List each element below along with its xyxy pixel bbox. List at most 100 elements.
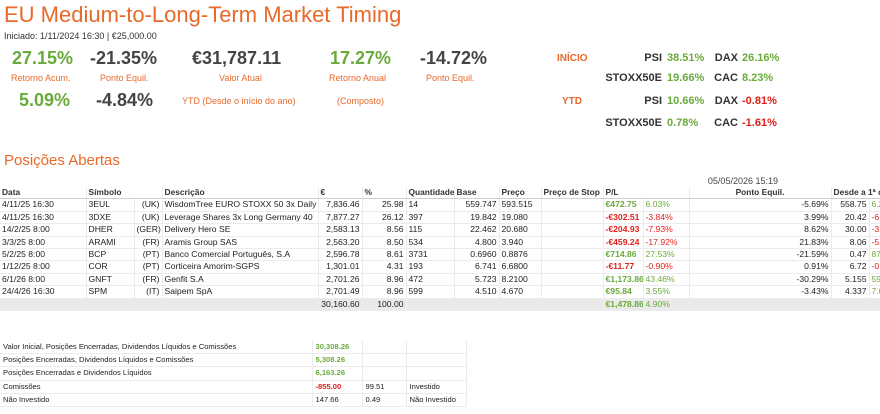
cell-price: 20.680 bbox=[499, 223, 542, 237]
index-name: DAX bbox=[714, 95, 738, 107]
cell-eur: 2,563.20 bbox=[318, 236, 363, 250]
cell-qty: 115 bbox=[406, 223, 455, 237]
index-value: 19.66% bbox=[667, 72, 705, 84]
cell-sym: SPM bbox=[86, 285, 135, 299]
cell-pct: 26.12 bbox=[362, 211, 407, 225]
total-total_pct: 100.00 bbox=[362, 298, 407, 312]
index-name: CAC bbox=[714, 72, 738, 84]
ponto-equil-value: -21.35% bbox=[90, 48, 158, 68]
cell-base: 19.842 bbox=[454, 211, 500, 225]
summary-row: Posições Encerradas, Dividendos Líquidos… bbox=[0, 353, 467, 368]
summary-value: 5,308.26 bbox=[312, 353, 363, 368]
cell-d1: 30.00 bbox=[831, 223, 870, 237]
cell-d1p: -31.07% bbox=[869, 223, 880, 237]
column-header[interactable]: Preço de Stop bbox=[541, 187, 604, 200]
cell-d1p: 87.93% bbox=[869, 248, 880, 262]
valor-atual-value: €31,787.11 bbox=[192, 48, 282, 68]
column-header[interactable]: € bbox=[318, 187, 363, 200]
cell-mkt: (GER) bbox=[134, 223, 163, 237]
column-header[interactable]: Data bbox=[0, 187, 87, 200]
cell-d1: 8.06 bbox=[831, 236, 870, 250]
column-header[interactable]: % bbox=[362, 187, 407, 200]
index-name: DAX bbox=[714, 52, 738, 64]
column-header[interactable]: Desde a 1ª compra bbox=[831, 187, 880, 200]
total-total_eur: 30,160.60 bbox=[318, 298, 363, 312]
cell-base: 559.747 bbox=[454, 198, 500, 212]
table-row[interactable]: 6/1/26 8:00 GNFT (FR) Genfit S.A 2,701.26 8.9… bbox=[0, 273, 880, 287]
cell-eur: 2,701.26 bbox=[318, 273, 363, 287]
cell-price: 3.940 bbox=[499, 236, 542, 250]
column-header[interactable]: P/L bbox=[603, 187, 690, 200]
cell-plp: -17.92% bbox=[643, 236, 690, 250]
summary-value: 6,163.26 bbox=[312, 366, 363, 381]
cell-plp: -0.90% bbox=[643, 260, 690, 274]
cell-mkt: (PT) bbox=[134, 260, 163, 274]
cell-sym: COR bbox=[86, 260, 135, 274]
ytd-indices-label: YTD bbox=[562, 96, 582, 107]
table-row[interactable]: 1/12/25 8:00 COR (PT) Corticeira Amorim-SGP… bbox=[0, 260, 880, 274]
cell-d1p: -0.60% bbox=[869, 260, 880, 274]
cell-plp: 6.03% bbox=[643, 198, 690, 212]
cell-qty: 472 bbox=[406, 273, 455, 287]
cell-pe: 0.91% bbox=[689, 260, 832, 274]
total-total_pl: €1,478.86 bbox=[603, 298, 644, 312]
table-row[interactable]: 3/3/25 8:00 ARAMI (FR) Aramis Group SAS 2,56… bbox=[0, 236, 880, 250]
cell-stop bbox=[541, 273, 604, 287]
index-value: 0.78% bbox=[667, 117, 699, 129]
total-spacer bbox=[0, 298, 319, 312]
cell-desc: Aramis Group SAS bbox=[162, 236, 319, 250]
cell-pct: 8.56 bbox=[362, 223, 407, 237]
index-value: 26.16% bbox=[742, 52, 780, 64]
cell-stop bbox=[541, 236, 604, 250]
index-name: STOXX50E bbox=[605, 72, 662, 84]
cell-pct: 8.61 bbox=[362, 248, 407, 262]
cell-base: 22.462 bbox=[454, 223, 500, 237]
cell-data: 5/2/25 8:00 bbox=[0, 248, 87, 262]
summary-value: -855.00 bbox=[312, 380, 363, 394]
cell-eur: 7,877.27 bbox=[318, 211, 363, 225]
cell-d1p: -51.12% bbox=[869, 236, 880, 250]
cell-data: 4/11/25 16:30 bbox=[0, 198, 87, 212]
column-header[interactable]: Base bbox=[454, 187, 500, 200]
cell-sym: 3EUL bbox=[86, 198, 135, 212]
summary-row: Não Investido 147.66 0.49 Não Investido bbox=[0, 393, 467, 408]
cell-eur: 2,596.78 bbox=[318, 248, 363, 262]
cell-stop bbox=[541, 248, 604, 262]
cell-qty: 397 bbox=[406, 211, 455, 225]
cell-d1: 5.155 bbox=[831, 273, 870, 287]
column-header[interactable]: Símbolo bbox=[86, 187, 163, 200]
inicio-label: INÍCIO bbox=[557, 53, 588, 64]
table-row[interactable]: 4/11/25 16:30 3EUL (UK) WisdomTree EURO STO… bbox=[0, 198, 880, 212]
cell-qty: 599 bbox=[406, 285, 455, 299]
column-header[interactable]: Preço bbox=[499, 187, 542, 200]
table-row[interactable]: 5/2/25 8:00 BCP (PT) Banco Comercial Portug… bbox=[0, 248, 880, 262]
cell-sym: ARAMI bbox=[86, 236, 135, 250]
cell-pl: -€459.24 bbox=[603, 236, 644, 250]
cell-base: 0.6960 bbox=[454, 248, 500, 262]
cell-desc: Saipem SpA bbox=[162, 285, 319, 299]
summary-note bbox=[406, 353, 467, 368]
summary-extra bbox=[362, 366, 407, 381]
page-title: EU Medium-to-Long-Term Market Timing bbox=[4, 2, 402, 27]
cell-d1p: 6.22% bbox=[869, 198, 880, 212]
ponto-equil2-label: Ponto Equil. bbox=[426, 73, 475, 83]
cell-pl: €1,173.86 bbox=[603, 273, 644, 287]
index-name: CAC bbox=[714, 117, 738, 129]
table-header: Data Símbolo Descrição € % Quantidade Ba… bbox=[0, 187, 880, 200]
column-header[interactable]: Quantidade bbox=[406, 187, 455, 200]
table-row[interactable]: 14/2/25 8:00 DHER (GER) Delivery Hero SE 2,5… bbox=[0, 223, 880, 237]
ponto-equil-label: Ponto Equil. bbox=[100, 73, 149, 83]
cell-price: 6.6800 bbox=[499, 260, 542, 274]
column-header[interactable]: Ponto Equil. bbox=[689, 187, 832, 200]
cell-d1: 6.72 bbox=[831, 260, 870, 274]
cell-plp: 27.53% bbox=[643, 248, 690, 262]
cell-mkt: (UK) bbox=[134, 211, 163, 225]
table-row[interactable]: 4/11/25 16:30 3DXE (UK) Leverage Shares 3x … bbox=[0, 211, 880, 225]
cell-pe: 8.62% bbox=[689, 223, 832, 237]
timestamp: 05/05/2026 15:19 bbox=[707, 176, 778, 186]
index-value: 8.23% bbox=[742, 72, 774, 84]
cell-sym: BCP bbox=[86, 248, 135, 262]
table-row[interactable]: 24/4/26 16:30 SPM (IT) Saipem SpA 2,701.49 8.… bbox=[0, 285, 880, 299]
column-header[interactable]: Descrição bbox=[162, 187, 319, 200]
cell-stop bbox=[541, 211, 604, 225]
